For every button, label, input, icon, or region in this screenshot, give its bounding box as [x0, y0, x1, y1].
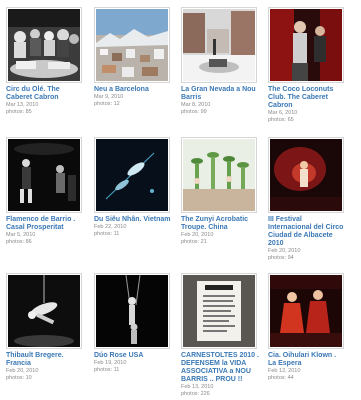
album-thumbnail[interactable]	[94, 7, 170, 83]
album-photo	[96, 139, 168, 211]
album-photo	[96, 275, 168, 347]
album-date: Feb 12, 2010	[268, 368, 301, 374]
album-photo	[183, 139, 255, 211]
album-date: Feb 19, 2010	[94, 360, 127, 366]
album-photo-count: photos: 94	[268, 255, 294, 261]
album-photo-count: photos: 44	[268, 375, 294, 381]
album-date: Feb 22, 2010	[94, 224, 127, 230]
album-thumbnail[interactable]	[6, 7, 82, 83]
album-date: Feb 13, 2010	[181, 384, 214, 390]
album-date: Feb 20, 2010	[181, 232, 214, 238]
album-photo-count: photos: 226	[181, 391, 210, 397]
album-card[interactable]: Circ du Olé. The Caberet Cabron Mar 13, …	[6, 7, 82, 116]
album-title[interactable]: Dúo Rose USA	[94, 352, 172, 360]
album-date: Feb 20, 2010	[6, 368, 39, 374]
album-title[interactable]: The Zunyi Acrobatic Troupe. China	[181, 216, 259, 232]
album-title[interactable]: Du Siêu Nhân. Vietnam	[94, 216, 172, 224]
album-photo	[8, 275, 80, 347]
album-card[interactable]: Neu a Barcelona Mar 9, 2010 photos: 12	[94, 7, 170, 108]
album-thumbnail[interactable]	[268, 137, 344, 213]
album-photo	[183, 9, 255, 81]
album-card[interactable]: III Festival Internacional del Circo Ciu…	[268, 137, 344, 262]
album-card[interactable]: La Gran Nevada a Nou Barris Mar 8, 2010 …	[181, 7, 257, 116]
album-card[interactable]: Cia. Oihulari Klown . La Espera Feb 12, …	[268, 273, 344, 382]
album-card[interactable]: Flamenco de Barrio . Casal Prosperitat M…	[6, 137, 82, 246]
album-thumbnail[interactable]	[268, 273, 344, 349]
album-card[interactable]: Dúo Rose USA Feb 19, 2010 photos: 11	[94, 273, 170, 374]
album-title[interactable]: Circ du Olé. The Caberet Cabron	[6, 86, 84, 102]
album-thumbnail[interactable]	[268, 7, 344, 83]
album-photo-count: photos: 12	[94, 101, 120, 107]
album-photo	[183, 275, 255, 347]
album-photo-count: photos: 86	[6, 239, 32, 245]
album-thumbnail[interactable]	[94, 137, 170, 213]
album-title[interactable]: Flamenco de Barrio . Casal Prosperitat	[6, 216, 84, 232]
album-card[interactable]: Thibault Bregere. Francia Feb 20, 2010 p…	[6, 273, 82, 382]
album-photo	[270, 275, 342, 347]
album-date: Mar 6, 2010	[268, 110, 298, 116]
album-thumbnail[interactable]	[6, 273, 82, 349]
album-photo	[8, 139, 80, 211]
album-title[interactable]: CARNESTOLTES 2010 . DEFENSEM la VIDA ASS…	[181, 352, 259, 384]
album-thumbnail[interactable]	[181, 273, 257, 349]
album-title[interactable]: Cia. Oihulari Klown . La Espera	[268, 352, 346, 368]
album-card[interactable]: CARNESTOLTES 2010 . DEFENSEM la VIDA ASS…	[181, 273, 259, 398]
album-photo-count: photos: 21	[181, 239, 207, 245]
album-photo-count: photos: 65	[268, 117, 294, 123]
album-photo	[270, 9, 342, 81]
album-photo-count: photos: 11	[94, 231, 120, 237]
album-thumbnail[interactable]	[6, 137, 82, 213]
album-thumbnail[interactable]	[94, 273, 170, 349]
album-photo	[8, 9, 80, 81]
album-title[interactable]: III Festival Internacional del Circo Ciu…	[268, 216, 346, 248]
album-thumbnail[interactable]	[181, 137, 257, 213]
album-card[interactable]: The Zunyi Acrobatic Troupe. China Feb 20…	[181, 137, 257, 246]
album-photo	[96, 9, 168, 81]
album-title[interactable]: Neu a Barcelona	[94, 86, 172, 94]
album-date: Mar 8, 2010	[181, 102, 211, 108]
album-thumbnail[interactable]	[181, 7, 257, 83]
album-card[interactable]: Du Siêu Nhân. Vietnam Feb 22, 2010 photo…	[94, 137, 172, 238]
album-date: Mar 9, 2010	[94, 94, 124, 100]
album-photo	[270, 139, 342, 211]
album-photo-count: photos: 11	[94, 367, 120, 373]
album-date: Mar 13, 2010	[6, 102, 39, 108]
album-title[interactable]: The Coco Loconuts Club. The Caberet Cabr…	[268, 86, 346, 110]
album-photo-count: photos: 85	[6, 109, 32, 115]
album-grid: Circ du Olé. The Caberet Cabron Mar 13, …	[0, 0, 361, 400]
album-date: Mar 5, 2010	[6, 232, 36, 238]
album-photo-count: photos: 10	[6, 375, 32, 381]
album-date: Feb 20, 2010	[268, 248, 301, 254]
album-title[interactable]: La Gran Nevada a Nou Barris	[181, 86, 259, 102]
album-photo-count: photos: 99	[181, 109, 207, 115]
album-title[interactable]: Thibault Bregere. Francia	[6, 352, 84, 368]
album-card[interactable]: The Coco Loconuts Club. The Caberet Cabr…	[268, 7, 344, 124]
